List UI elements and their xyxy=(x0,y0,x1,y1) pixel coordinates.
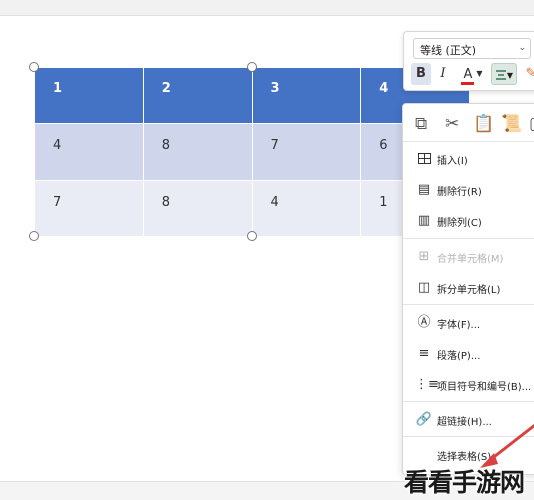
paste-icon[interactable]: 📋 xyxy=(473,114,494,134)
menu-item-font[interactable]: Ⓐ 字体(F)... xyxy=(403,311,534,337)
resize-handle-top-middle[interactable] xyxy=(247,62,257,72)
hyperlink-icon: 🔗 xyxy=(415,412,433,427)
highlight-icon[interactable]: ✎ xyxy=(522,63,534,85)
paragraph-icon: ≡ xyxy=(418,346,430,361)
copy-icon[interactable]: ⧉ xyxy=(415,114,427,134)
menu-item-label: 删除行(R) xyxy=(437,187,482,198)
menu-divider xyxy=(403,401,534,402)
menu-item-label: 插入(I) xyxy=(437,156,468,167)
chevron-down-icon: ▼ xyxy=(506,71,514,80)
align-center-icon xyxy=(495,69,506,80)
menu-item-bullets[interactable]: ⋮≡ 项目符号和编号(B)... xyxy=(403,373,534,399)
menu-item-label: 合并单元格(M) xyxy=(437,254,504,265)
table-cell[interactable]: 4 xyxy=(34,123,144,181)
menu-item-delete-row[interactable]: ▤ 删除行(R) xyxy=(403,178,534,204)
cut-icon[interactable]: ✂ xyxy=(445,114,459,134)
resize-handle-bottom-middle[interactable] xyxy=(247,231,257,241)
delete-row-icon: ▤ xyxy=(417,182,431,197)
italic-button[interactable]: I xyxy=(435,63,451,85)
chevron-down-icon: ▼ xyxy=(476,69,483,78)
font-icon: Ⓐ xyxy=(417,315,431,330)
menu-item-delete-column[interactable]: ▥ 删除列(C) xyxy=(403,209,534,235)
merge-cells-icon: ⊞ xyxy=(418,249,430,264)
font-color-icon: A xyxy=(461,67,475,85)
paste-special-icon[interactable]: ▢ xyxy=(529,114,534,134)
font-color-button[interactable]: A ▼ xyxy=(458,63,486,85)
menu-divider xyxy=(403,141,534,142)
paste-text-icon[interactable]: 📜 xyxy=(501,114,522,134)
menu-item-merge-cells: ⊞ 合并单元格(M) xyxy=(403,245,534,271)
font-name-value: 等线 (正文) xyxy=(420,44,477,57)
table-cell[interactable]: 1 xyxy=(34,67,144,124)
menu-item-label: 拆分单元格(L) xyxy=(437,285,501,296)
table-cell[interactable]: 4 xyxy=(251,180,362,237)
table-cell[interactable]: 8 xyxy=(142,180,253,237)
menu-divider xyxy=(403,304,534,305)
insert-table-icon xyxy=(415,150,433,168)
resize-handle-top-left[interactable] xyxy=(29,62,39,72)
align-button[interactable]: ▼ xyxy=(491,63,517,85)
table-cell[interactable]: 2 xyxy=(142,67,253,124)
menu-item-split-cells[interactable]: ◫ 拆分单元格(L) xyxy=(403,276,534,302)
menu-item-label: 段落(P)... xyxy=(437,351,481,362)
mini-toolbar: 等线 (正文) ⌄ B I A ▼ ▼ ✎ xyxy=(403,31,534,91)
table-cell[interactable]: 7 xyxy=(34,180,144,237)
resize-handle-bottom-left[interactable] xyxy=(29,231,39,241)
chevron-down-icon: ⌄ xyxy=(518,43,526,53)
bold-button[interactable]: B xyxy=(411,63,431,85)
bullets-icon: ⋮≡ xyxy=(415,377,439,392)
menu-item-paragraph[interactable]: ≡ 段落(P)... xyxy=(403,342,534,368)
window-top-strip xyxy=(0,0,534,16)
table-cell[interactable]: 8 xyxy=(142,123,253,181)
watermark: 看看手游网 xyxy=(404,468,525,497)
menu-item-label: 字体(F)... xyxy=(437,320,481,331)
table-cell[interactable]: 3 xyxy=(251,67,362,124)
font-name-select[interactable]: 等线 (正文) ⌄ xyxy=(413,38,531,59)
table-cell[interactable]: 7 xyxy=(251,123,362,181)
split-cells-icon: ◫ xyxy=(417,280,431,295)
menu-divider xyxy=(403,238,534,239)
menu-item-insert[interactable]: 插入(I) xyxy=(403,147,534,173)
menu-item-label: 删除列(C) xyxy=(437,218,482,229)
delete-column-icon: ▥ xyxy=(417,213,431,228)
menu-item-label: 项目符号和编号(B)... xyxy=(437,382,532,393)
